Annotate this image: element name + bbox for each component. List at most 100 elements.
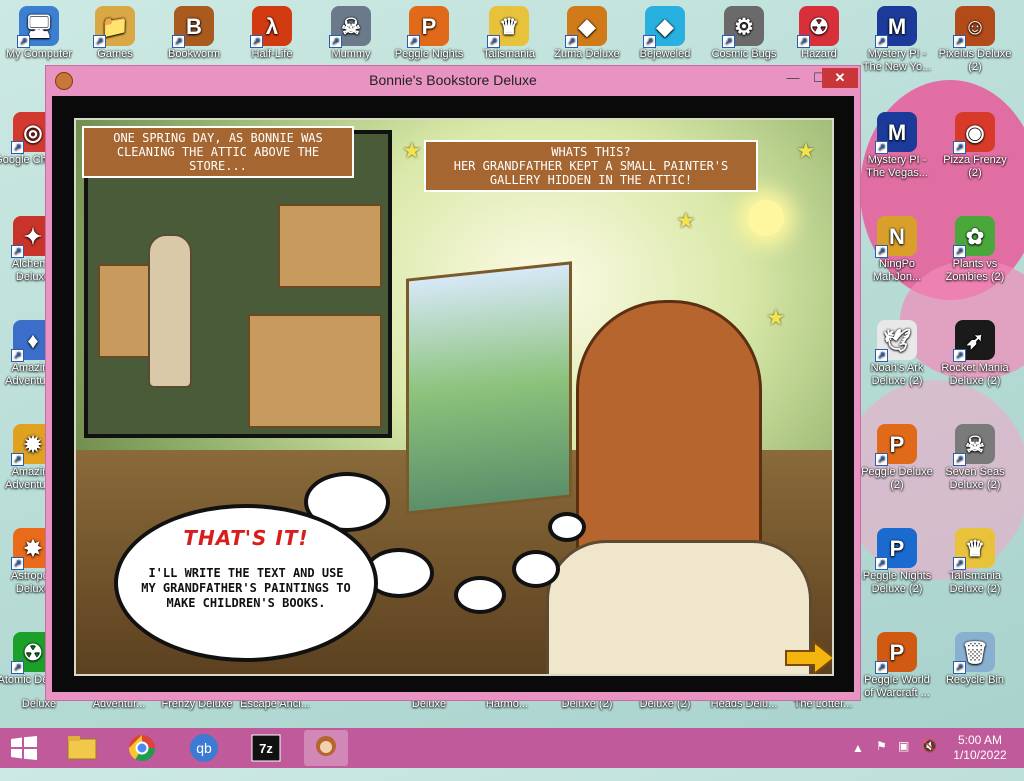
shortcut-arrow-icon: ↗ — [797, 35, 810, 48]
shortcut-arrow-icon: ↗ — [875, 661, 888, 674]
desktop-icon[interactable]: 📁 ↗ Games — [76, 6, 154, 61]
desktop-icon[interactable]: ⚙ ↗ Cosmic Bugs — [705, 6, 783, 61]
qbittorrent-icon: qb — [190, 734, 218, 762]
app-shortcut-icon: ⚙ ↗ — [722, 6, 764, 48]
desktop-icon[interactable]: ◉ ↗ Pizza Frenzy (2) — [936, 112, 1014, 180]
app-shortcut-icon: ☺ ↗ — [953, 6, 995, 48]
volume-muted-icon[interactable]: 🔇 — [922, 739, 937, 779]
7zip-taskbar-button[interactable]: 7z — [244, 730, 288, 766]
shortcut-arrow-icon: ↗ — [93, 35, 106, 48]
desktop-icon-label: Peggle Deluxe (2) — [861, 466, 933, 491]
desktop-icon-label: Peggle Nights — [394, 48, 464, 60]
network-icon[interactable]: ▣ — [898, 739, 909, 779]
app-shortcut-icon: P ↗ — [875, 632, 917, 674]
caption-line: Her grandfather kept a small painter's g… — [453, 159, 729, 187]
bonnie-icon — [316, 736, 336, 756]
tray-chevron-icon[interactable]: ▲ — [852, 741, 864, 781]
shortcut-arrow-icon: ↗ — [953, 453, 966, 466]
star-icon: ★ — [676, 208, 696, 233]
thought-cloud — [454, 576, 506, 614]
chrome-taskbar-button[interactable] — [120, 730, 164, 766]
desktop-icon[interactable]: P ↗ Peggle Nights Deluxe (2) — [858, 528, 936, 596]
desktop-icon-label: Pixelus Deluxe (2) — [938, 48, 1012, 73]
app-shortcut-icon: ◉ ↗ — [953, 112, 995, 154]
app-shortcut-icon: ☢ ↗ — [797, 6, 839, 48]
star-icon: ★ — [766, 305, 786, 330]
star-icon: ★ — [402, 138, 422, 163]
desktop-icon[interactable]: ✿ ↗ Plants vs Zombies (2) — [936, 216, 1014, 284]
desktop-icon[interactable]: P ↗ Peggle Nights — [390, 6, 468, 61]
system-clock[interactable]: 5:00 AM 1/10/2022 — [950, 733, 1010, 763]
qbittorrent-taskbar-button[interactable]: qb — [182, 730, 226, 766]
desktop-icon-label: Rocket Mania Deluxe (2) — [941, 362, 1009, 387]
close-button[interactable]: ✕ — [822, 68, 858, 88]
shortcut-arrow-icon: ↗ — [953, 35, 966, 48]
desktop-icon[interactable]: 🗑 ↗ Recycle Bin — [936, 632, 1014, 687]
desktop-icon[interactable]: 🖥 ↗ My Computer — [0, 6, 78, 61]
desktop-icon-label: Peggle Nights Deluxe (2) — [862, 570, 932, 595]
file-explorer-taskbar-button[interactable] — [60, 730, 104, 766]
shortcut-arrow-icon: ↗ — [953, 141, 966, 154]
desktop-icon[interactable]: ☠ ↗ Mummy — [312, 6, 390, 61]
desktop-icon[interactable]: ➶ ↗ Rocket Mania Deluxe (2) — [936, 320, 1014, 388]
shortcut-arrow-icon: ↗ — [953, 349, 966, 362]
start-button[interactable] — [10, 736, 38, 760]
svg-text:7z: 7z — [259, 741, 273, 756]
desktop-icon[interactable]: ☢ ↗ Hazard — [780, 6, 858, 61]
shortcut-arrow-icon: ↗ — [875, 35, 888, 48]
shortcut-arrow-icon: ↗ — [953, 557, 966, 570]
desktop-icon[interactable]: ☠ ↗ Seven Seas Deluxe (2) — [936, 424, 1014, 492]
desktop-icon[interactable]: 🕊 ↗ Noah's Ark Deluxe (2) — [858, 320, 936, 388]
app-shortcut-icon: ◆ ↗ — [565, 6, 607, 48]
crate — [278, 204, 382, 288]
desktop-icon[interactable]: P ↗ Peggle World of Warcraft ... — [858, 632, 936, 700]
svg-text:qb: qb — [196, 740, 212, 756]
shortcut-arrow-icon: ↗ — [172, 35, 185, 48]
desktop-icon-label: Talismania Deluxe (2) — [949, 570, 1001, 595]
desktop-icon-label: Peggle World of Warcraft ... — [864, 674, 930, 699]
desktop-icon-label: Talismania — [483, 48, 535, 60]
desktop-icon[interactable]: ♛ ↗ Talismania Deluxe (2) — [936, 528, 1014, 596]
desktop-icon[interactable]: P ↗ Peggle Deluxe (2) — [858, 424, 936, 492]
next-page-arrow-icon[interactable] — [784, 640, 834, 676]
desktop-icon[interactable]: ◆ ↗ Bejeweled — [626, 6, 704, 61]
desktop-icon-label: Plants vs Zombies (2) — [945, 258, 1005, 283]
app-shortcut-icon: 📁 ↗ — [93, 6, 135, 48]
desktop-icon[interactable]: M ↗ Mystery PI - The New Yo... — [858, 6, 936, 74]
desktop-icon[interactable]: ◆ ↗ Zuma Deluxe — [548, 6, 626, 61]
desktop-icon-label: NingPo MahJon... — [872, 258, 922, 283]
desktop-icon[interactable]: ☺ ↗ Pixelus Deluxe (2) — [936, 6, 1014, 74]
shortcut-arrow-icon: ↗ — [11, 453, 24, 466]
star-icon: ★ — [796, 138, 816, 163]
app-shortcut-icon: ➶ ↗ — [953, 320, 995, 362]
desktop-icon-label: Pizza Frenzy (2) — [943, 154, 1007, 179]
window-title: Bonnie's Bookstore Deluxe — [369, 72, 537, 88]
app-shortcut-icon: P ↗ — [407, 6, 449, 48]
game-viewport[interactable]: ★ ★ ★ ★ One spring day, as Bonnie was cl… — [52, 96, 854, 692]
comic-scene: ★ ★ ★ ★ One spring day, as Bonnie was cl… — [74, 118, 834, 676]
desktop-icon-label: Mummy — [331, 48, 371, 60]
desktop-icon[interactable]: ♛ ↗ Talismania — [470, 6, 548, 61]
7zip-icon: 7z — [251, 734, 281, 762]
lightbulb-icon — [748, 200, 784, 236]
caption-box: Whats this? Her grandfather kept a small… — [424, 140, 758, 192]
caption-line: Whats this? — [551, 145, 631, 159]
shortcut-arrow-icon: ↗ — [875, 453, 888, 466]
clock-date: 1/10/2022 — [953, 748, 1007, 762]
taskbar: qb 7z ▲ ⚑ ▣ 🔇 5:00 AM 1/10/2022 — [0, 728, 1024, 768]
minimize-button[interactable]: — — [780, 68, 806, 88]
shortcut-arrow-icon: ↗ — [407, 35, 420, 48]
window-titlebar[interactable]: Bonnie's Bookstore Deluxe — ☐ ✕ — [46, 66, 860, 94]
desktop-icon[interactable]: M ↗ Mystery PI - The Vegas... — [858, 112, 936, 180]
desktop-icon[interactable]: B ↗ Bookworm — [155, 6, 233, 61]
desktop-icon[interactable]: N ↗ NingPo MahJon... — [858, 216, 936, 284]
action-center-flag-icon[interactable]: ⚑ — [876, 739, 887, 779]
app-shortcut-icon: ☠ ↗ — [953, 424, 995, 466]
bonnies-bookstore-taskbar-button[interactable] — [304, 730, 348, 766]
desktop-icon-label: Games — [97, 48, 133, 60]
desktop-icon[interactable]: λ ↗ Half-Life — [233, 6, 311, 61]
desktop-icon-label: Cosmic Bugs — [711, 48, 777, 60]
app-shortcut-icon: N ↗ — [875, 216, 917, 258]
castle-painting — [406, 261, 572, 515]
desktop-icon-label: Noah's Ark Deluxe (2) — [870, 362, 924, 387]
